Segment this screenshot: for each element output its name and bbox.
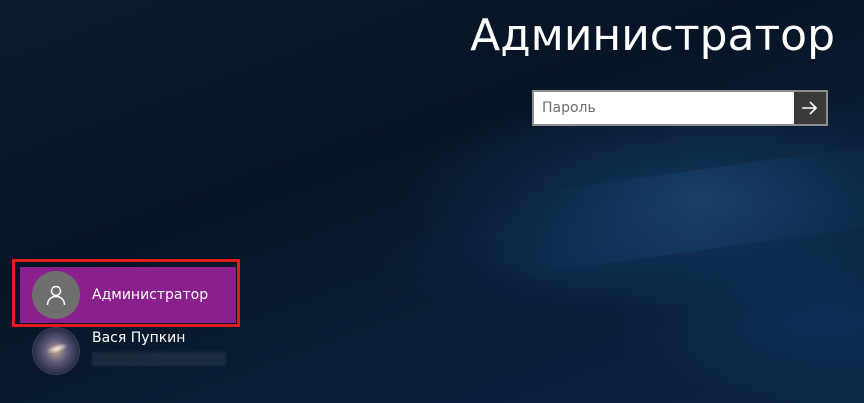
submit-button[interactable] — [794, 92, 826, 124]
arrow-right-icon — [802, 101, 818, 115]
page-title: Администратор — [470, 10, 835, 61]
user-tile-vasya-pupkin[interactable]: Вася Пупкин — [20, 320, 230, 382]
user-icon — [46, 285, 66, 306]
user-name: Администратор — [92, 287, 209, 303]
user-tile-administrator[interactable]: Администратор — [20, 267, 236, 323]
user-name: Вася Пупкин — [92, 330, 186, 346]
background-light-streak — [516, 145, 864, 275]
galaxy-avatar-icon — [25, 320, 87, 382]
password-box — [532, 90, 828, 126]
avatar — [32, 271, 80, 319]
blurred-email — [92, 352, 226, 366]
user-text: Вася Пупкин — [92, 330, 226, 366]
password-input[interactable] — [534, 92, 794, 124]
